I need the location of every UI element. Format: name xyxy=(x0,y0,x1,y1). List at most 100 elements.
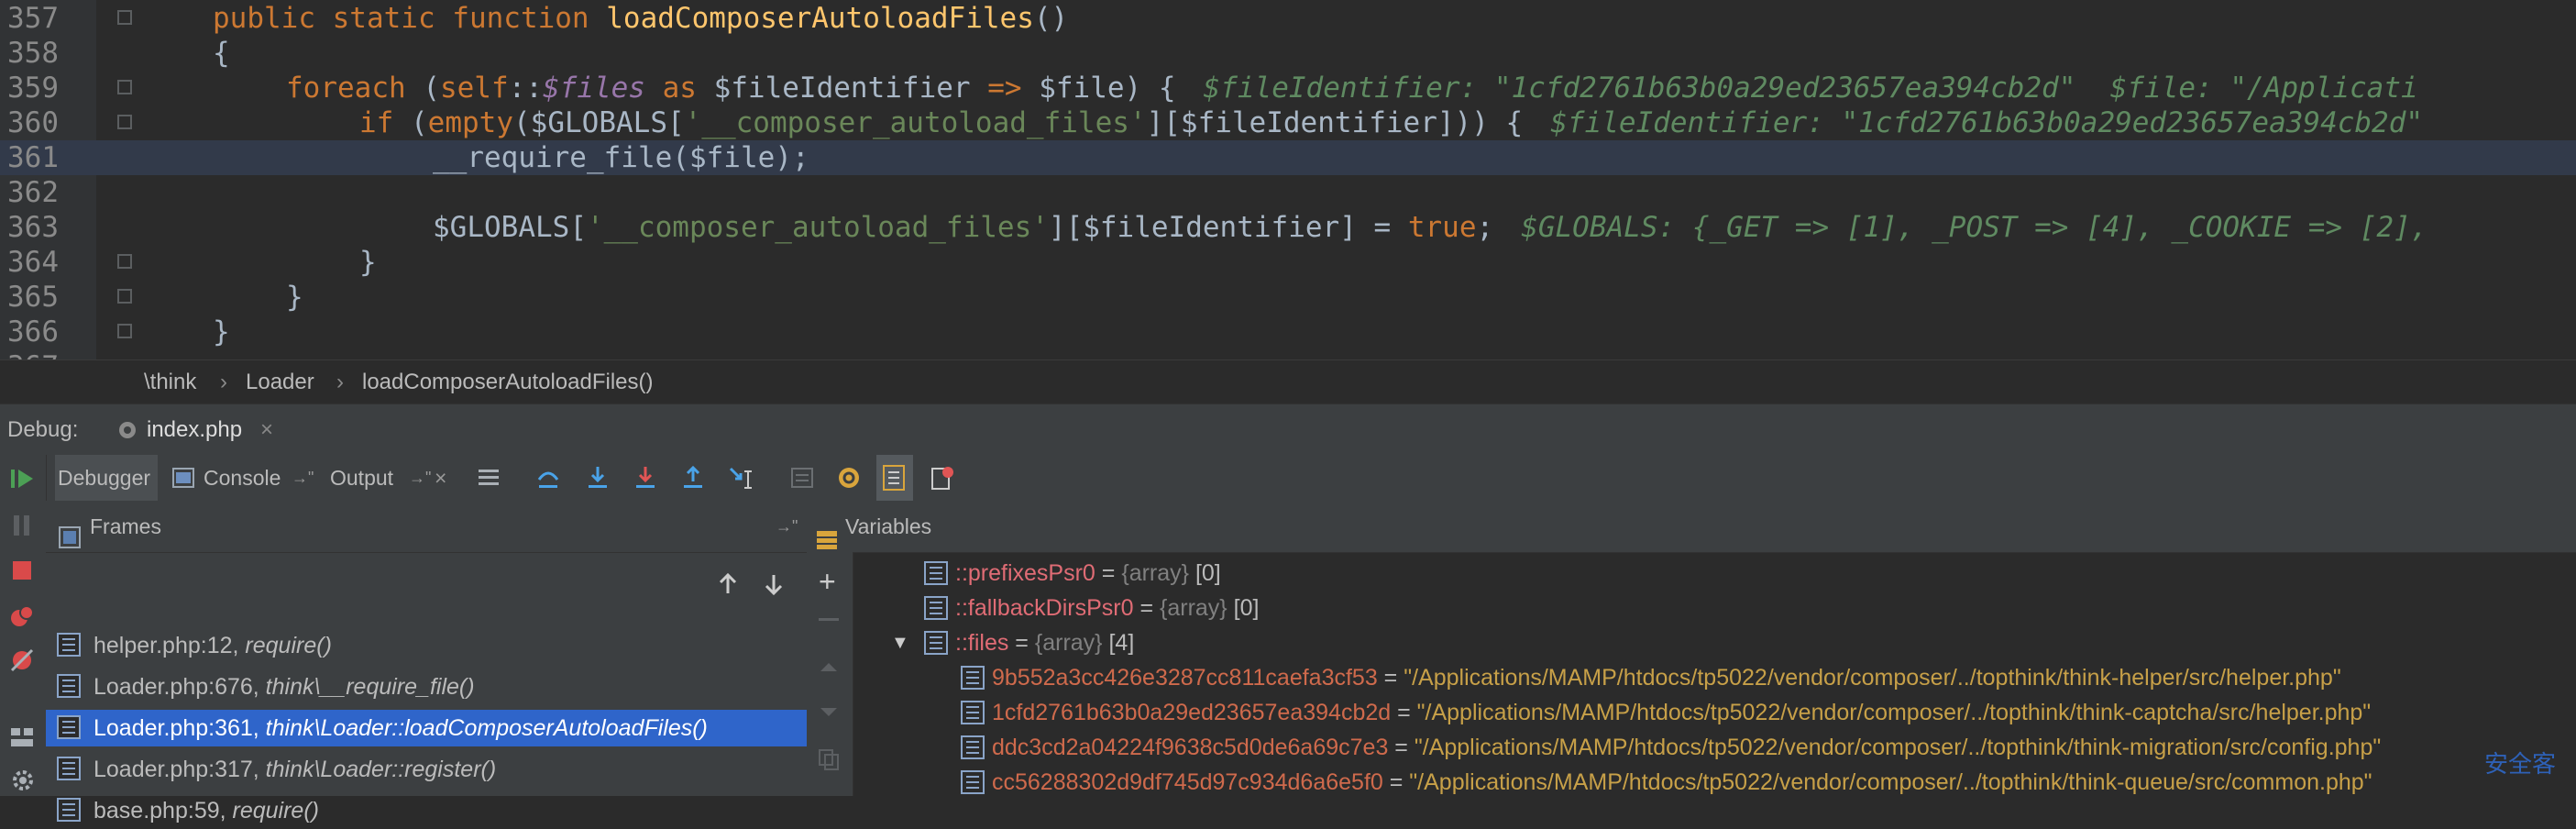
line-number[interactable]: 360 xyxy=(7,105,62,140)
frame-item[interactable]: Loader.php:361, think\Loader::loadCompos… xyxy=(46,710,807,746)
debug-tab-bar: Debug: index.php × xyxy=(0,403,2576,457)
console-tab[interactable]: Console xyxy=(204,455,281,501)
settings-gear-icon[interactable] xyxy=(11,768,35,797)
show-breakpoints-icon[interactable] xyxy=(876,455,913,501)
debugger-tab[interactable]: Debugger xyxy=(55,455,158,501)
fold-marker-icon[interactable] xyxy=(117,10,132,25)
breadcrumb-class[interactable]: Loader xyxy=(246,360,314,404)
inline-debug-value[interactable]: $fileIdentifier: "1cfd2761b63b0a29ed2365… xyxy=(1204,72,2418,105)
code-line[interactable]: 366} xyxy=(0,315,2576,349)
code-line[interactable]: 357 public static function loadComposerAu… xyxy=(0,1,2576,36)
code-token: } xyxy=(286,281,303,314)
debug-session-tab[interactable]: index.php xyxy=(147,404,242,456)
code-line[interactable]: 362 xyxy=(0,175,2576,210)
breadcrumb: \think › Loader › loadComposerAutoloadFi… xyxy=(0,359,2576,404)
mute-breakpoints-icon[interactable] xyxy=(9,647,35,678)
string-field-icon xyxy=(961,701,985,724)
line-number[interactable]: 362 xyxy=(7,175,62,210)
stop-icon[interactable] xyxy=(11,559,33,586)
code-text: } xyxy=(286,280,303,315)
line-number[interactable]: 363 xyxy=(7,210,62,245)
frame-file: Loader.php:361, xyxy=(94,715,266,741)
line-number[interactable]: 366 xyxy=(7,315,62,349)
line-number[interactable]: 365 xyxy=(7,280,62,315)
inline-debug-value[interactable]: $GLOBALS: {_GET => [1], _POST => [4], _C… xyxy=(1521,211,2427,244)
view-breakpoints-icon[interactable] xyxy=(9,603,35,634)
code-token: ][ xyxy=(1146,106,1181,139)
php-bug-icon xyxy=(116,404,136,456)
frame-item[interactable]: Loader.php:676, think\__require_file() xyxy=(46,669,807,705)
code-token: } xyxy=(359,246,377,279)
code-line[interactable]: 367 xyxy=(0,349,2576,359)
fold-marker-icon[interactable] xyxy=(117,80,132,94)
variable-type: {array} xyxy=(1121,560,1190,586)
step-over-icon[interactable] xyxy=(535,455,561,501)
pause-icon[interactable] xyxy=(11,514,33,542)
force-step-into-icon[interactable] xyxy=(633,455,658,501)
code-token: ])) { xyxy=(1437,106,1524,139)
code-line[interactable]: 359 foreach (self::$files as $fileIdentif… xyxy=(0,71,2576,105)
array-value: "/Applications/MAMP/htdocs/tp5022/vendor… xyxy=(1416,700,2372,725)
arrow-up-icon[interactable] xyxy=(717,572,739,601)
run-to-cursor-icon[interactable] xyxy=(728,455,755,501)
array-element-row[interactable]: ddc3cd2a04224f9638c5d0de6a69c7e3 = "/App… xyxy=(807,730,2576,765)
array-value: "/Applications/MAMP/htdocs/tp5022/vendor… xyxy=(1409,769,2372,795)
fold-marker-icon[interactable] xyxy=(117,115,132,129)
code-line[interactable]: 365} xyxy=(0,280,2576,315)
line-number[interactable]: 357 xyxy=(7,1,62,36)
array-element-row[interactable]: 1cfd2761b63b0a29ed23657ea394cb2d = "/App… xyxy=(807,695,2576,730)
code-line[interactable]: 360 if (empty($GLOBALS['__composer_autolo… xyxy=(0,105,2576,140)
frame-item[interactable]: helper.php:12, require() xyxy=(46,627,807,664)
console-icon xyxy=(172,455,194,501)
array-icon xyxy=(924,561,948,585)
evaluate-expression-icon[interactable] xyxy=(790,455,814,501)
inline-debug-value[interactable]: $fileIdentifier: "1cfd2761b63b0a29ed2365… xyxy=(1550,106,2423,139)
code-line[interactable]: 363 $GLOBALS['__composer_autoload_files']… xyxy=(0,210,2576,245)
breadcrumb-method[interactable]: loadComposerAutoloadFiles() xyxy=(362,360,653,404)
code-token: } xyxy=(213,315,230,348)
frame-method: think\Loader::loadComposerAutoloadFiles(… xyxy=(265,715,708,741)
variable-row[interactable]: ::fallbackDirsPsr0 = {array} [0] xyxy=(807,591,2576,625)
close-icon[interactable]: × xyxy=(435,455,446,501)
fold-marker-icon[interactable] xyxy=(117,289,132,304)
code-token: $file xyxy=(1021,72,1125,105)
step-out-icon[interactable] xyxy=(680,455,706,501)
watch-icon[interactable] xyxy=(836,455,862,501)
variable-row[interactable]: ▼::files = {array} [4] xyxy=(807,625,2576,660)
frame-file: Loader.php:676, xyxy=(94,674,266,700)
code-token: foreach xyxy=(286,72,424,105)
code-line[interactable]: 364} xyxy=(0,245,2576,280)
pin-tab-icon[interactable]: →" xyxy=(292,455,314,501)
line-number[interactable]: 359 xyxy=(7,71,62,105)
array-key: 1cfd2761b63b0a29ed23657ea394cb2d xyxy=(992,700,1392,725)
variable-name: ::prefixesPsr0 xyxy=(955,560,1095,586)
line-number[interactable]: 364 xyxy=(7,245,62,280)
layout-icon[interactable] xyxy=(9,726,35,753)
expand-toggle-icon[interactable]: ▼ xyxy=(891,625,909,660)
output-tab[interactable]: Output xyxy=(330,455,393,501)
arrow-down-icon[interactable] xyxy=(763,572,785,601)
code-line[interactable]: 358 { xyxy=(0,36,2576,71)
resume-icon[interactable] xyxy=(9,466,35,496)
fold-marker-icon[interactable] xyxy=(117,254,132,269)
array-icon xyxy=(924,631,948,655)
breadcrumb-namespace[interactable]: \think xyxy=(144,360,196,404)
array-element-row[interactable]: 9b552a3cc426e3287cc811caefa3cf53 = "/App… xyxy=(807,660,2576,695)
equals-sign: = xyxy=(1388,735,1415,760)
step-into-icon[interactable] xyxy=(585,455,611,501)
close-icon[interactable]: × xyxy=(260,404,273,456)
variable-row[interactable]: ::prefixesPsr0 = {array} [0] xyxy=(807,556,2576,591)
code-editor[interactable]: 357 public static function loadComposerAu… xyxy=(0,0,2576,359)
menu-lines-icon[interactable] xyxy=(477,455,501,501)
line-number[interactable]: 367 xyxy=(7,349,62,359)
pin-tab-icon[interactable]: →" xyxy=(776,501,798,552)
line-number[interactable]: 361 xyxy=(7,140,62,175)
fold-marker-icon[interactable] xyxy=(117,324,132,338)
pin-tab-icon[interactable]: →" xyxy=(409,455,431,501)
code-line[interactable]: 361 __require_file($file); xyxy=(0,140,2576,175)
mute-breakpoints-icon[interactable] xyxy=(930,455,955,501)
array-element-row[interactable]: cc56288302d9df745d97c934d6a6e5f0 = "/App… xyxy=(807,765,2576,800)
line-number[interactable]: 358 xyxy=(7,36,62,71)
frame-item[interactable]: base.php:59, require() xyxy=(46,792,807,829)
frame-item[interactable]: Loader.php:317, think\Loader::register() xyxy=(46,751,807,788)
